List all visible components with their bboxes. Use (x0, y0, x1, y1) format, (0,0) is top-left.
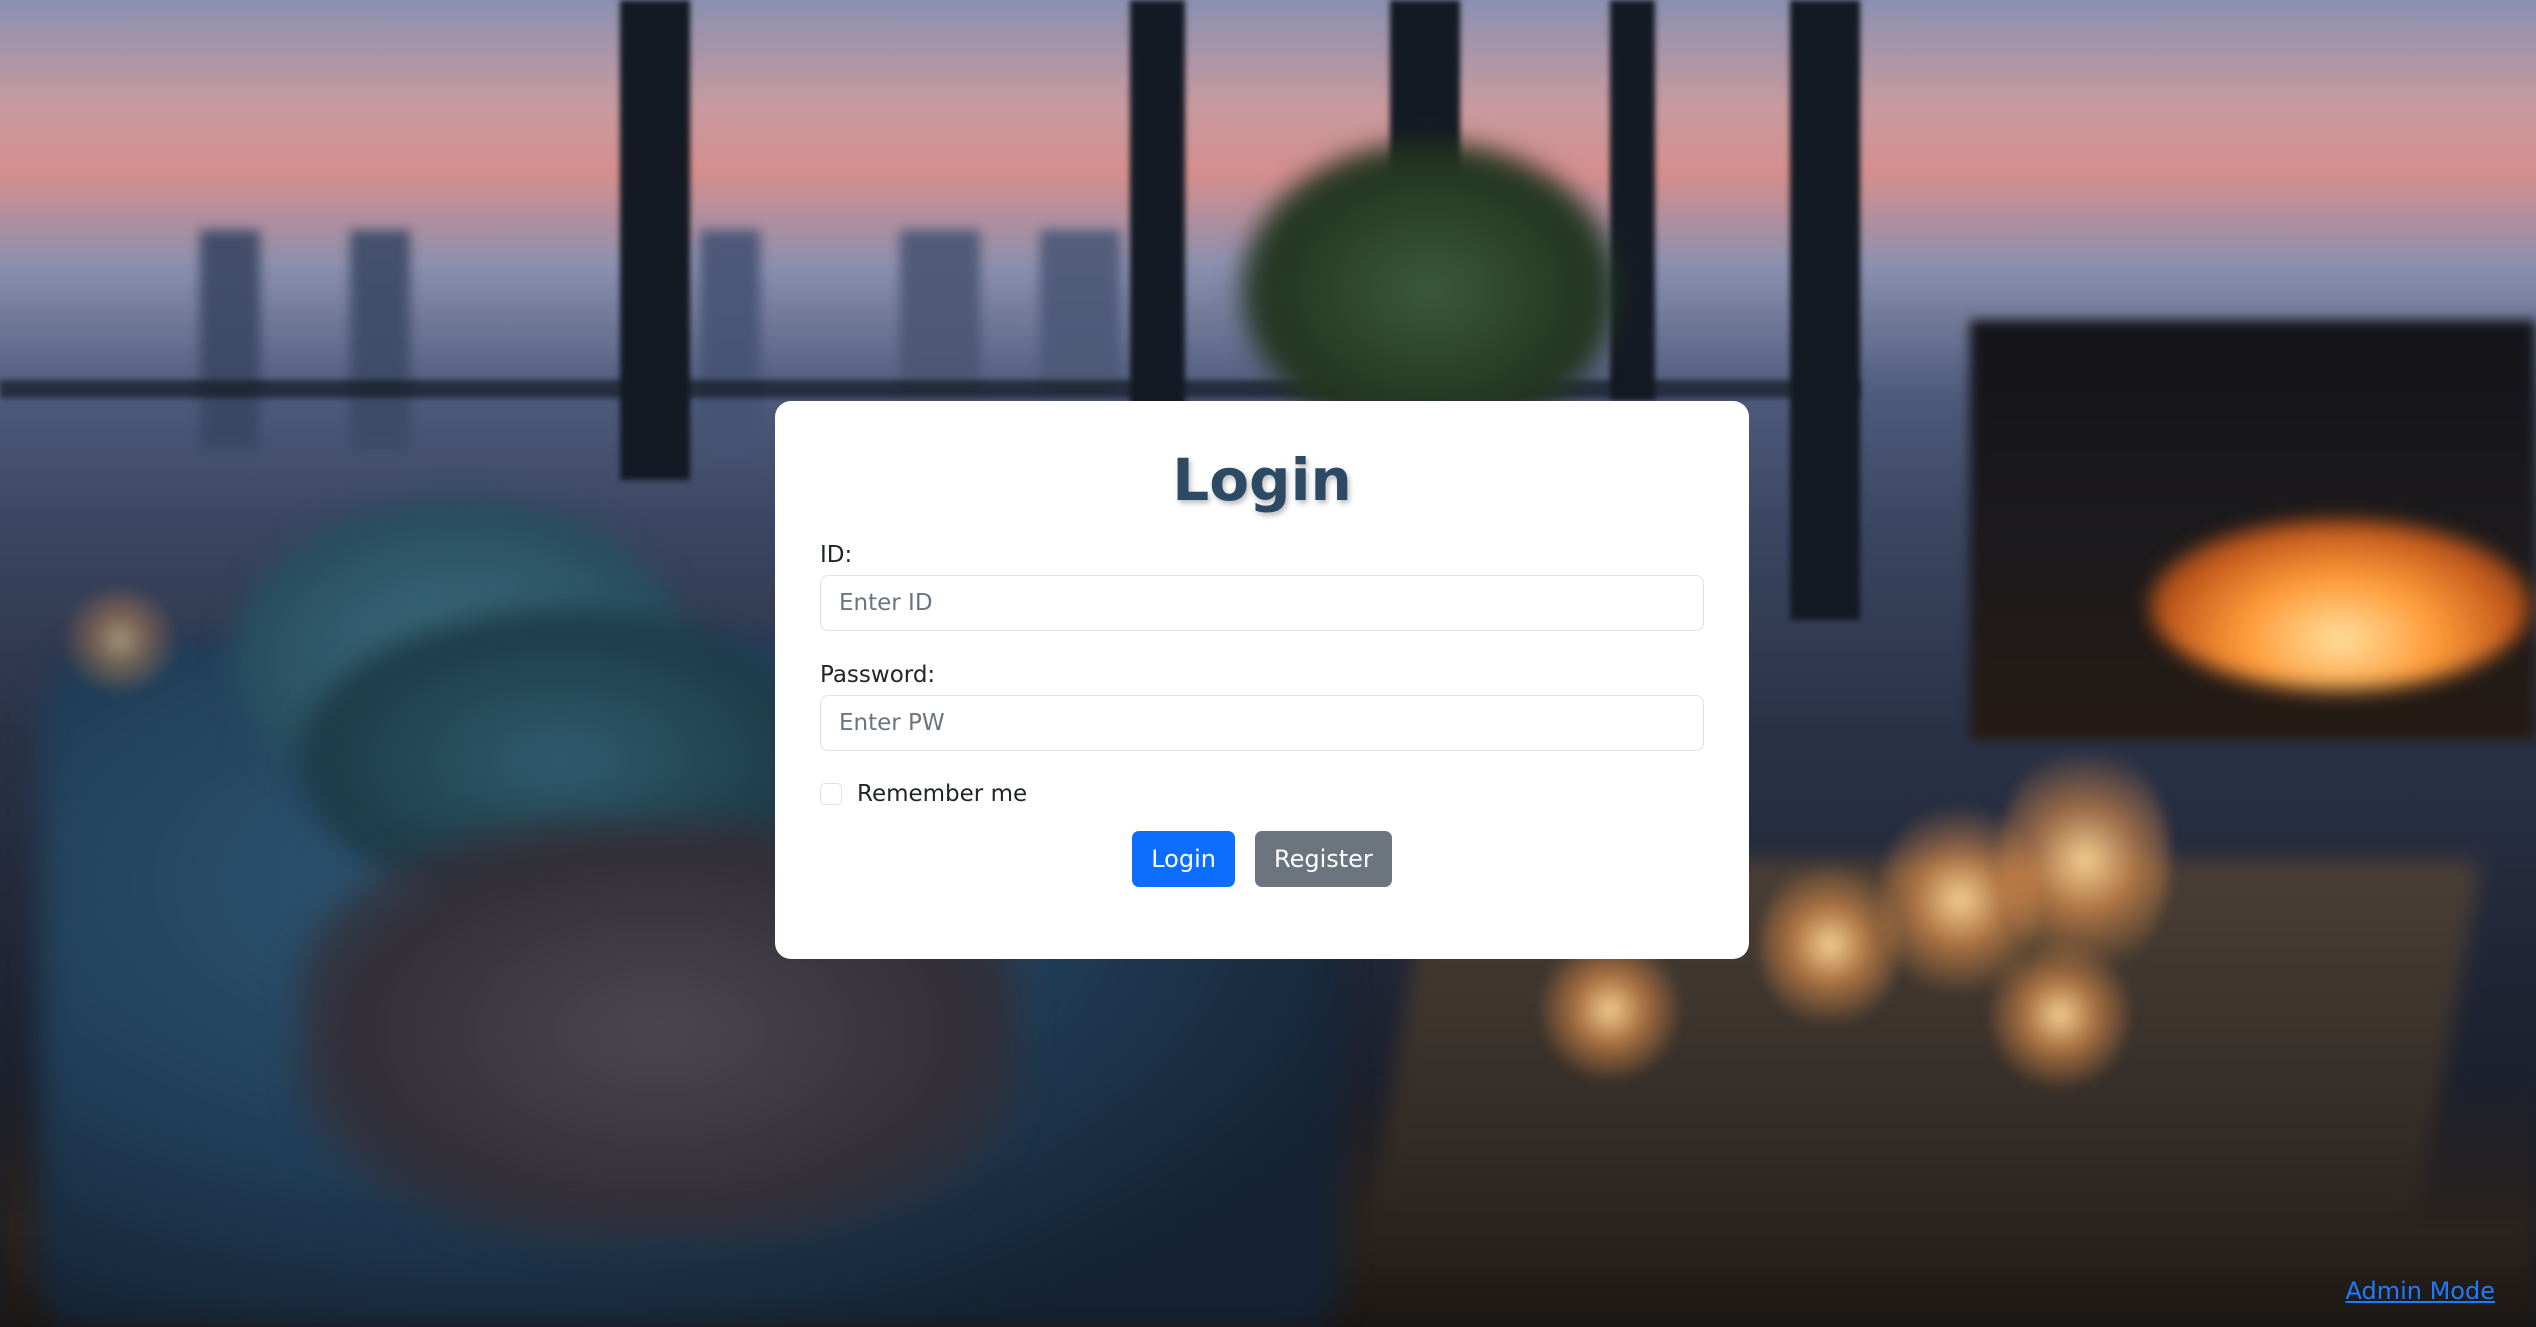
background-candle-glow (1540, 940, 1680, 1080)
remember-me-checkbox[interactable] (820, 783, 842, 805)
admin-mode-link[interactable]: Admin Mode (2345, 1277, 2495, 1305)
register-button[interactable]: Register (1254, 831, 1392, 887)
background-plant (1240, 140, 1620, 440)
background-window-frame (1610, 0, 1655, 400)
login-button[interactable]: Login (1132, 831, 1235, 887)
background-window-frame (1790, 0, 1860, 620)
background-candle-glow (1990, 940, 2130, 1090)
background-window-frame (620, 0, 690, 480)
background-window-frame (0, 380, 1860, 398)
login-title: Login (1172, 446, 1352, 514)
background-window-frame (1130, 0, 1185, 430)
remember-me-label[interactable]: Remember me (857, 781, 1027, 807)
password-field-group: Password: (820, 661, 1704, 751)
background-fire (2150, 520, 2530, 690)
id-field-group: ID: (820, 541, 1704, 631)
background-city-light (60, 590, 180, 690)
id-input[interactable] (820, 575, 1704, 631)
background-candle-glow (1760, 860, 1900, 1030)
login-page: Login ID: Password: Remember me Login Re… (0, 0, 2536, 1327)
password-label: Password: (820, 662, 936, 688)
form-actions: Login Register (820, 831, 1704, 887)
id-label: ID: (820, 542, 853, 568)
login-card: Login ID: Password: Remember me Login Re… (775, 401, 1749, 959)
remember-me-row[interactable]: Remember me (820, 779, 1704, 809)
password-input[interactable] (820, 695, 1704, 751)
